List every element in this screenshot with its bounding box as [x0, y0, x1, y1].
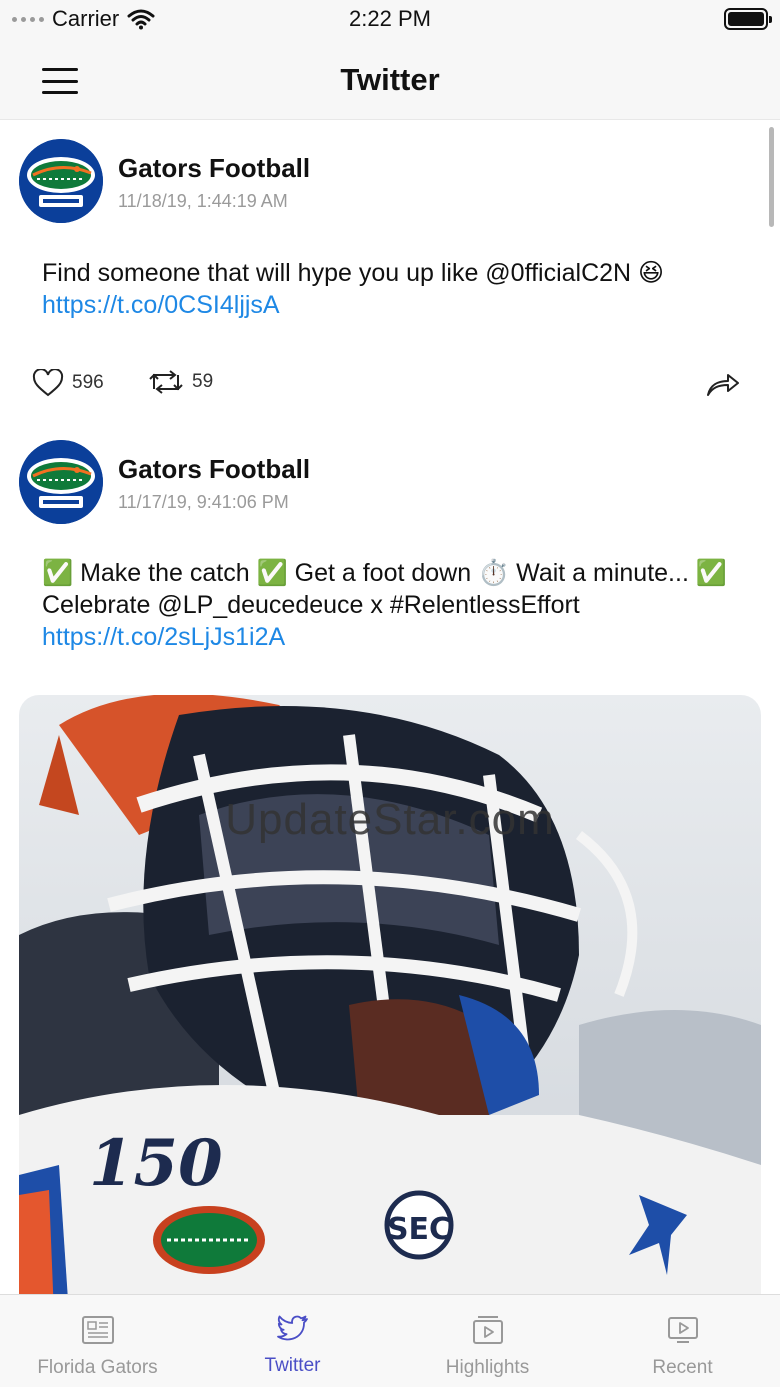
tweet-feed[interactable]: Gators Football 11/18/19, 1:44:19 AM Fin… — [0, 121, 780, 1294]
twitter-bird-icon — [276, 1315, 308, 1341]
retweet-button[interactable]: 59 — [148, 369, 213, 395]
tab-label: Twitter — [264, 1355, 321, 1376]
tab-recent[interactable]: Recent — [585, 1295, 780, 1387]
tweet-body: Find someone that will hype you up like … — [42, 259, 665, 287]
sec-patch: SEC — [387, 1212, 451, 1247]
football-player-image: 150 SEC — [19, 695, 761, 1294]
tweet-text: Find someone that will hype you up like … — [42, 257, 740, 321]
tweet-author: Gators Football — [118, 153, 311, 183]
retweet-count: 59 — [192, 371, 214, 392]
avatar[interactable] — [19, 440, 103, 524]
tweet-timestamp: 11/18/19, 1:44:19 AM — [118, 191, 288, 211]
tweet-author: Gators Football — [118, 454, 311, 484]
jersey-number: 150 — [89, 1126, 223, 1201]
tab-florida-gators[interactable]: Florida Gators — [0, 1295, 195, 1387]
tweet-timestamp: 11/17/19, 9:41:06 PM — [118, 492, 289, 512]
share-arrow-icon — [707, 374, 739, 396]
newspaper-icon — [81, 1316, 114, 1344]
video-play-icon — [472, 1316, 503, 1344]
tab-bar: Florida Gators Twitter Highlights Recent — [0, 1294, 780, 1387]
tweet-link[interactable]: https://t.co/2sLjJs1i2A — [42, 623, 285, 651]
gators-logo-icon — [19, 139, 103, 223]
like-button[interactable]: 596 — [32, 369, 104, 397]
tweet-text: ✅ Make the catch ✅ Get a foot down ⏱️ Wa… — [42, 557, 740, 653]
share-button[interactable] — [706, 371, 740, 397]
watermark: UpdateStar.com — [225, 795, 555, 844]
page-title: Twitter — [340, 62, 440, 97]
tab-label: Florida Gators — [37, 1357, 158, 1378]
tab-label: Recent — [652, 1357, 713, 1378]
tab-highlights[interactable]: Highlights — [390, 1295, 585, 1387]
scrollbar[interactable] — [769, 127, 774, 227]
tweet-video-thumbnail[interactable]: 150 SEC — [19, 695, 761, 1294]
tab-twitter[interactable]: Twitter — [195, 1295, 390, 1387]
status-time: 2:22 PM — [349, 6, 431, 31]
status-bar: Carrier 2:22 PM — [0, 0, 780, 40]
avatar[interactable] — [19, 139, 103, 223]
gators-logo-icon — [19, 440, 103, 524]
tweet-body: ✅ Make the catch ✅ Get a foot down ⏱️ Wa… — [42, 559, 727, 619]
retweet-icon — [149, 370, 183, 394]
heart-icon — [32, 369, 64, 397]
battery-icon — [724, 8, 772, 30]
tv-play-icon — [667, 1317, 698, 1343]
tab-label: Highlights — [445, 1357, 530, 1378]
navigation-bar: Twitter — [0, 40, 780, 120]
tweet-link[interactable]: https://t.co/0CSI4ljjsA — [42, 291, 280, 319]
like-count: 596 — [72, 372, 104, 393]
